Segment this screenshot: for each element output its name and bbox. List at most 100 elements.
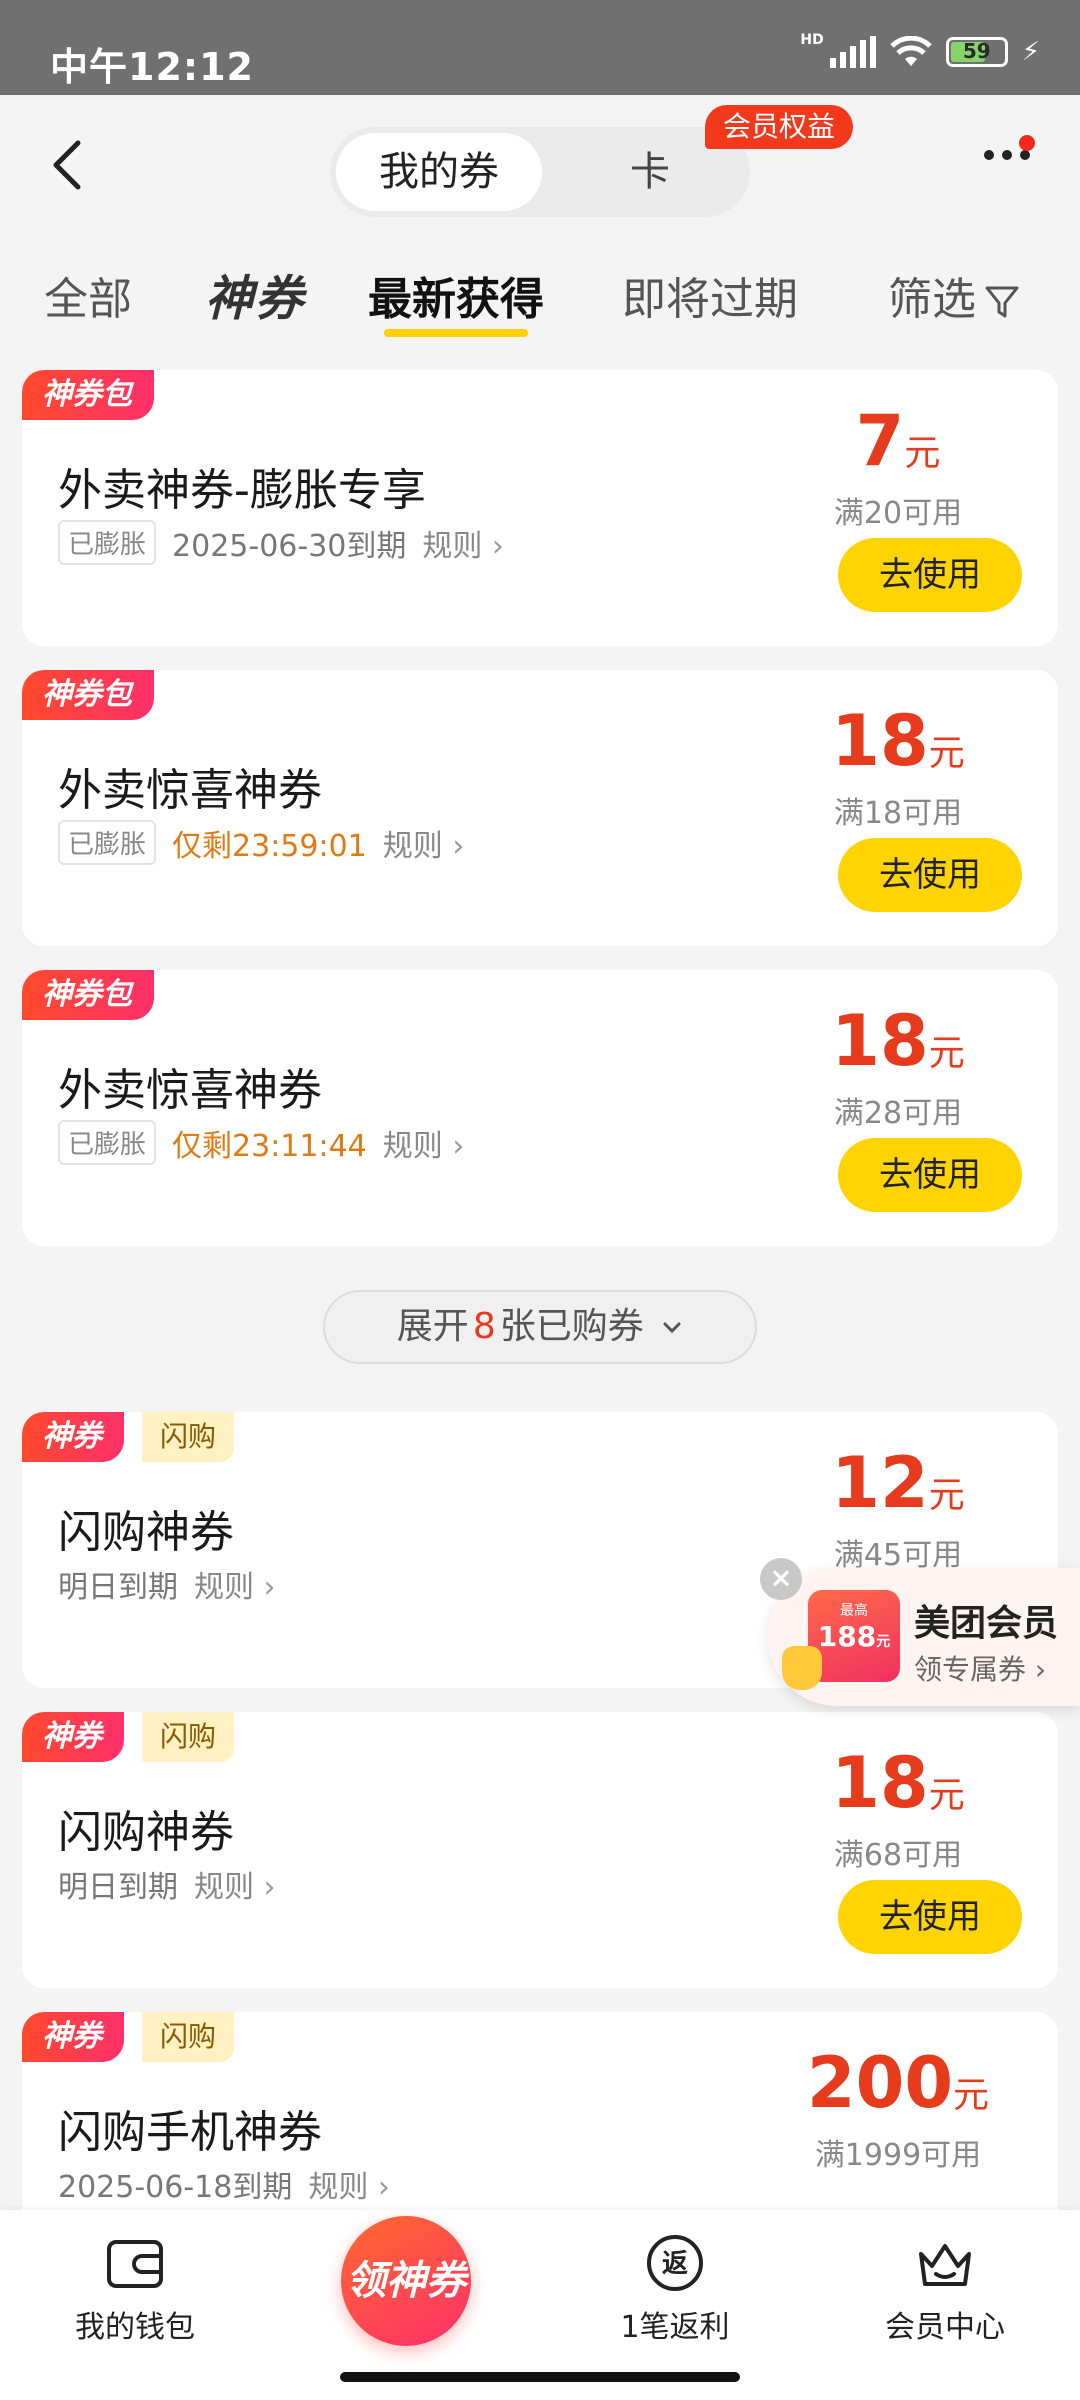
use-button[interactable]: 去使用: [838, 838, 1022, 912]
coupon-tag: 神券: [22, 2012, 124, 2062]
rules-link[interactable]: 规则 ›: [383, 821, 465, 865]
rules-link[interactable]: 规则 ›: [194, 1562, 276, 1606]
tab-latest-label: 最新获得: [368, 274, 544, 325]
tab-filter[interactable]: 筛选: [888, 263, 1020, 327]
nav-member-center[interactable]: 会员中心: [855, 2232, 1035, 2346]
member-subtitle-label: 领专属券: [914, 1653, 1027, 1686]
back-icon[interactable]: [40, 135, 100, 195]
expand-suffix: 张已购券: [499, 1306, 644, 1347]
coupon-condition: 满28可用: [833, 1096, 963, 1131]
rules-label: 规则: [422, 528, 483, 564]
nav-member-label: 会员中心: [885, 2310, 1005, 2345]
chevron-right-icon: ›: [263, 1870, 276, 1905]
expand-purchased-button[interactable]: 展开 8 张已购券: [323, 1290, 757, 1364]
chevron-right-icon: ›: [1034, 1653, 1047, 1686]
amount-unit: 元: [928, 1475, 965, 1516]
rules-link[interactable]: 规则 ›: [308, 2162, 390, 2206]
nav-rebate[interactable]: 返 1笔返利: [585, 2232, 765, 2346]
inflated-chip: 已膨胀: [58, 520, 157, 565]
countdown-timer: 仅剩23:11:44: [172, 1128, 367, 1164]
coupon-card[interactable]: 神券包 外卖惊喜神券 已膨胀 仅剩23:11:44 规则 › 18元 满28可用…: [22, 970, 1058, 1246]
coupon-card[interactable]: 神券 闪购 闪购神券 明日到期 规则 › 18元 满68可用 去使用: [22, 1712, 1058, 1988]
status-icons: HD 59 ⚡: [800, 32, 1040, 68]
coupon-title: 外卖惊喜神券: [58, 765, 322, 816]
rules-label: 规则: [382, 1128, 443, 1164]
signal-icon: [829, 36, 876, 68]
flash-tag: 闪购: [142, 1412, 235, 1462]
coupon-card[interactable]: 神券包 外卖神券-膨胀专享 已膨胀 2025-06-30到期 规则 › 7元 满…: [22, 370, 1058, 646]
expiry-date: 2025-06-18到期: [58, 2170, 293, 2205]
amount-value: 7: [855, 400, 905, 482]
coupon-amount: 12元: [778, 1442, 1018, 1524]
coupon-title: 外卖神券-膨胀专享: [58, 465, 426, 516]
coupon-title: 闪购神券: [58, 1807, 234, 1858]
coupon-amount: 7元: [778, 400, 1018, 482]
member-coupon-unit: 元: [876, 1634, 891, 1650]
segment-my-coupons[interactable]: 我的券: [336, 133, 542, 211]
chevron-down-icon: [663, 1322, 681, 1334]
vip-benefits-badge[interactable]: 会员权益: [705, 105, 854, 149]
segment-control: 我的券 卡: [330, 127, 750, 217]
coupon-tag: 神券: [22, 1712, 124, 1762]
rules-link[interactable]: 规则 ›: [383, 1121, 465, 1165]
status-bar: 中午12:12 HD 59 ⚡: [0, 0, 1080, 95]
coupon-meta: 已膨胀 2025-06-30到期 规则 ›: [58, 520, 504, 565]
tab-all[interactable]: 全部: [44, 263, 132, 327]
rules-link[interactable]: 规则 ›: [422, 521, 504, 565]
wifi-icon: [889, 36, 932, 66]
coupon-tag: 神券包: [22, 670, 154, 720]
inflated-chip: 已膨胀: [58, 820, 157, 865]
expand-count: 8: [472, 1306, 496, 1347]
use-button[interactable]: 去使用: [838, 538, 1022, 612]
use-button[interactable]: 去使用: [838, 1138, 1022, 1212]
rules-link[interactable]: 规则 ›: [194, 1862, 276, 1906]
member-title: 美团会员: [914, 1603, 1059, 1644]
page-header: 我的券 卡 会员权益: [0, 95, 1080, 235]
amount-value: 18: [831, 1000, 929, 1082]
charging-icon: ⚡: [1021, 37, 1040, 67]
nav-wallet-label: 我的钱包: [75, 2310, 195, 2345]
chevron-right-icon: ›: [452, 1128, 465, 1164]
coupon-condition: 满18可用: [833, 796, 963, 831]
nav-wallet[interactable]: 我的钱包: [45, 2232, 225, 2346]
more-icon[interactable]: [984, 150, 1030, 160]
battery-icon: 59: [945, 37, 1008, 67]
battery-level: 59: [962, 39, 991, 63]
get-coupons-button[interactable]: 领神券: [341, 2216, 471, 2346]
coupon-meta: 2025-06-18到期 规则 ›: [58, 2162, 390, 2206]
expiry-date: 明日到期: [58, 1870, 178, 1905]
tab-latest[interactable]: 最新获得: [368, 263, 544, 337]
close-icon[interactable]: ×: [760, 1558, 802, 1600]
expand-prefix: 展开: [396, 1306, 469, 1347]
home-indicator[interactable]: [340, 2372, 740, 2382]
nav-rebate-label: 1笔返利: [620, 2310, 730, 2345]
expiry-date: 2025-06-30到期: [172, 528, 407, 564]
coupon-title: 闪购手机神券: [58, 2107, 322, 2158]
member-coupon-amount: 188: [817, 1620, 877, 1653]
member-float-widget[interactable]: × 最高 188元 美团会员 领专属券 ›: [760, 1558, 1080, 1706]
tab-expiring[interactable]: 即将过期: [622, 263, 798, 327]
coupon-tag: 神券: [22, 1412, 124, 1462]
coupon-title: 外卖惊喜神券: [58, 1065, 322, 1116]
use-button[interactable]: 去使用: [838, 1880, 1022, 1954]
coupon-meta: 已膨胀 仅剩23:11:44 规则 ›: [58, 1120, 464, 1165]
rules-label: 规则: [308, 2170, 369, 2205]
member-coupon-label: 最高: [840, 1603, 868, 1619]
notification-dot: [1019, 135, 1035, 151]
tab-shenquan[interactable]: 神券: [205, 259, 305, 329]
filter-label: 筛选: [888, 274, 976, 325]
countdown-timer: 仅剩23:59:01: [172, 828, 367, 864]
flash-tag: 闪购: [142, 2012, 235, 2062]
active-tab-indicator: [384, 329, 528, 337]
coupon-card[interactable]: 神券包 外卖惊喜神券 已膨胀 仅剩23:59:01 规则 › 18元 满18可用…: [22, 670, 1058, 946]
rules-label: 规则: [382, 828, 443, 864]
coupon-meta: 明日到期 规则 ›: [58, 1862, 276, 1906]
filter-icon: [985, 286, 1019, 318]
hd-indicator: HD: [800, 32, 824, 48]
wallet-icon: [107, 2240, 163, 2288]
filter-tabs: 全部 神券 最新获得 即将过期 筛选: [0, 235, 1080, 355]
inflated-chip: 已膨胀: [58, 1120, 157, 1165]
coupon-tag: 神券包: [22, 970, 154, 1020]
amount-unit: 元: [928, 1033, 965, 1074]
coupon-condition: 满20可用: [833, 496, 963, 531]
